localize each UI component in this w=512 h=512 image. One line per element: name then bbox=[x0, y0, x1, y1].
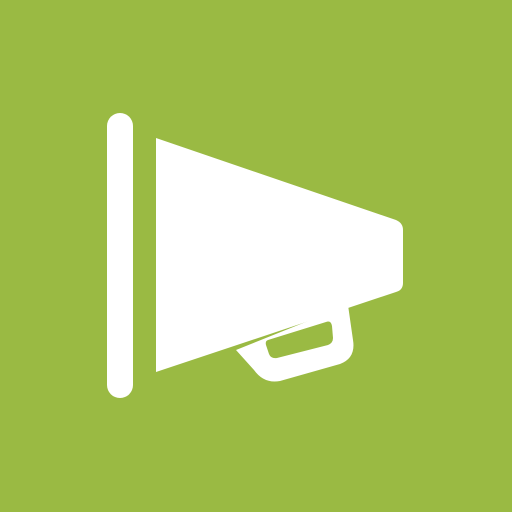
megaphone-handle-bar bbox=[107, 113, 133, 398]
megaphone-icon-svg bbox=[0, 0, 512, 512]
app-icon-tile bbox=[0, 0, 512, 512]
